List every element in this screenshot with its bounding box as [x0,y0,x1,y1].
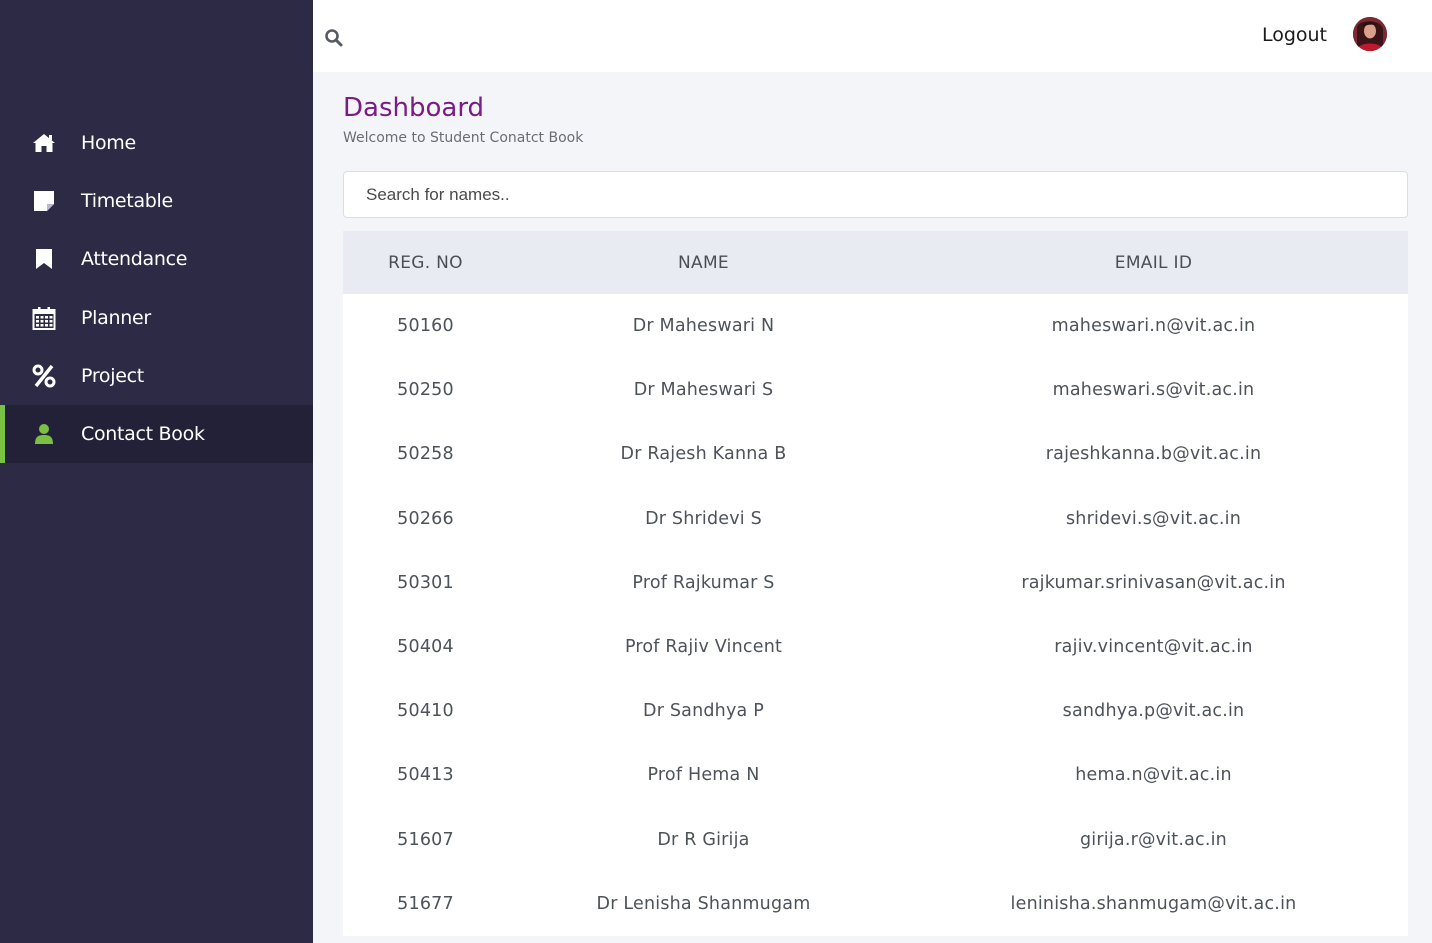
cell-email: girija.r@vit.ac.in [1080,829,1227,850]
cell-name: Prof Hema N [647,765,760,786]
page-title: Dashboard [343,93,485,123]
cell-name: Prof Rajkumar S [632,572,775,593]
sidebar-item-contact-book[interactable]: Contact Book [0,404,313,464]
avatar[interactable] [1353,17,1387,51]
cell-email: shridevi.s@vit.ac.in [1065,508,1242,529]
column-header-email[interactable]: EMAIL ID [899,253,1408,273]
table-row[interactable]: 50410 Dr Sandhya P sandhya.p@vit.ac.in [343,679,1408,743]
cell-reg-no: 50413 [397,765,454,786]
page-subtitle: Welcome to Student Conatct Book [343,130,584,146]
sidebar-item-label: Attendance [81,248,188,271]
cell-reg-no: 51607 [397,829,454,850]
table-row[interactable]: 50250 Dr Maheswari S maheswari.s@vit.ac.… [343,358,1408,422]
cell-reg-no: 50404 [397,637,454,658]
cell-reg-no: 50160 [397,316,454,337]
sidebar-item-project[interactable]: Project [0,347,313,405]
search-icon[interactable] [324,28,344,48]
sidebar-nav: Home Timetable Attendance Planner Projec… [0,114,313,464]
sidebar-item-planner[interactable]: Planner [0,289,313,347]
percent-icon [31,363,57,389]
column-header-name[interactable]: NAME [508,253,899,273]
cell-name: Dr Lenisha Shanmugam [596,893,811,914]
cell-reg-no: 50301 [397,572,454,593]
cell-name: Dr Rajesh Kanna B [620,444,787,465]
home-icon [31,130,57,156]
table-row[interactable]: 50413 Prof Hema N hema.n@vit.ac.in [343,743,1408,807]
cell-email: leninisha.shanmugam@vit.ac.in [1010,893,1297,914]
sidebar-item-label: Home [81,132,136,155]
cell-email: rajkumar.srinivasan@vit.ac.in [1021,572,1286,593]
cell-email: maheswari.n@vit.ac.in [1051,316,1256,337]
logout-button[interactable]: Logout [1262,24,1327,46]
sidebar-item-label: Timetable [81,190,173,213]
cell-name: Dr Shridevi S [645,508,762,529]
cell-name: Dr Sandhya P [643,701,764,722]
table-row[interactable]: 50160 Dr Maheswari N maheswari.n@vit.ac.… [343,294,1408,358]
table-row[interactable]: 50266 Dr Shridevi S shridevi.s@vit.ac.in [343,487,1408,551]
cell-reg-no: 51677 [397,893,454,914]
calendar-icon [31,305,57,331]
sidebar-item-attendance[interactable]: Attendance [0,230,313,288]
cell-email: maheswari.s@vit.ac.in [1052,380,1255,401]
cell-email: rajiv.vincent@vit.ac.in [1054,637,1253,658]
cell-name: Dr Maheswari S [633,380,774,401]
cell-reg-no: 50258 [397,444,454,465]
sidebar-item-label: Contact Book [81,423,205,446]
table-header: REG. NO NAME EMAIL ID [343,231,1408,294]
bookmark-icon [31,246,57,272]
cell-reg-no: 50250 [397,380,454,401]
cell-reg-no: 50410 [397,701,454,722]
sidebar-item-timetable[interactable]: Timetable [0,172,313,230]
cell-name: Dr R Girija [657,829,750,850]
top-bar: Logout [313,0,1432,72]
cell-name: Prof Rajiv Vincent [624,637,783,658]
contact-table: REG. NO NAME EMAIL ID 50160 Dr Maheswari… [343,231,1408,936]
sidebar-item-label: Project [81,364,144,387]
sidebar-item-home[interactable]: Home [0,114,313,172]
table-row[interactable]: 51607 Dr R Girija girija.r@vit.ac.in [343,808,1408,872]
user-icon [31,421,57,447]
sticky-note-icon [31,188,57,214]
cell-email: rajeshkanna.b@vit.ac.in [1045,444,1262,465]
table-row[interactable]: 51677 Dr Lenisha Shanmugam leninisha.sha… [343,872,1408,936]
table-row[interactable]: 50301 Prof Rajkumar S rajkumar.srinivasa… [343,551,1408,615]
column-header-reg-no[interactable]: REG. NO [343,253,508,273]
search-input[interactable] [343,171,1408,218]
table-row[interactable]: 50404 Prof Rajiv Vincent rajiv.vincent@v… [343,615,1408,679]
cell-email: hema.n@vit.ac.in [1075,765,1232,786]
table-body: 50160 Dr Maheswari N maheswari.n@vit.ac.… [343,294,1408,936]
sidebar: Home Timetable Attendance Planner Projec… [0,0,313,943]
table-row[interactable]: 50258 Dr Rajesh Kanna B rajeshkanna.b@vi… [343,422,1408,486]
sidebar-item-label: Planner [81,306,151,329]
cell-email: sandhya.p@vit.ac.in [1062,701,1245,722]
cell-name: Dr Maheswari N [632,316,775,337]
cell-reg-no: 50266 [397,508,454,529]
